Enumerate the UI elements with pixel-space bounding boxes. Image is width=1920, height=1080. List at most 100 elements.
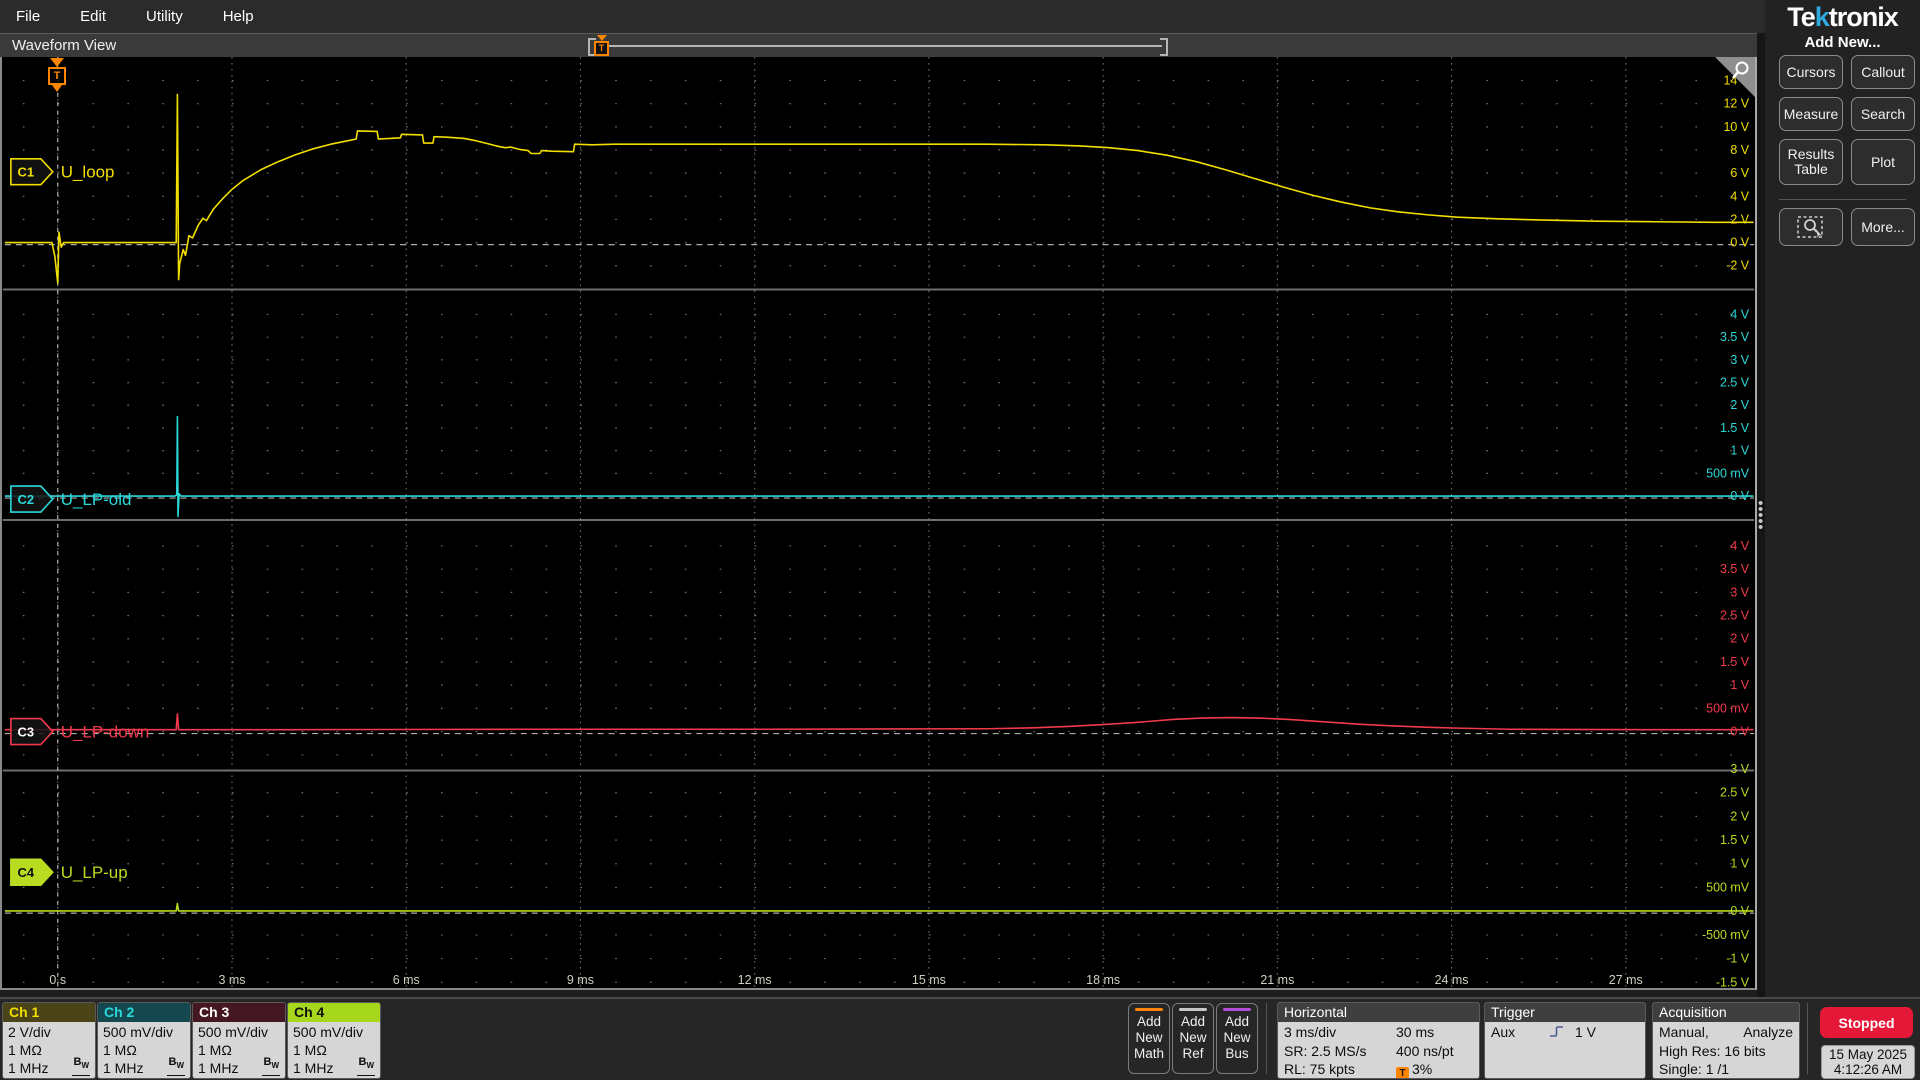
menu-bar: File Edit Utility Help (0, 0, 1765, 33)
menu-item-utility[interactable]: Utility (146, 8, 183, 25)
y-tick-label: 3 V (1730, 585, 1749, 599)
oscilloscope-app: File Edit Utility Help Waveform View T C1 U_… (0, 0, 1920, 1080)
separator (1266, 1003, 1267, 1074)
y-tick-label: 500 mV (1706, 881, 1750, 895)
waveform-view-tab-bar[interactable]: Waveform View T (0, 33, 1757, 57)
resolution-value: 400 ns/pt (1396, 1042, 1454, 1059)
channel-name: Ch 1 (3, 1003, 95, 1022)
channel-name: Ch 3 (193, 1003, 285, 1022)
measure-button[interactable]: Measure (1779, 97, 1843, 131)
magnifier-icon (1732, 61, 1749, 79)
channel-badge-3[interactable]: Ch 3 500 mV/div 1 MΩ 1 MHz BW (192, 1002, 286, 1079)
bandwidth-limit-icon: BW (357, 1053, 375, 1076)
record-view-right-bracket[interactable] (1160, 38, 1168, 56)
bandwidth-limit-icon: BW (167, 1053, 185, 1076)
trigger-arrow-icon (52, 85, 62, 92)
menu-item-help[interactable]: Help (223, 8, 254, 25)
trigger-position-marker[interactable]: T (45, 58, 69, 92)
trigger-t-icon: T (594, 41, 609, 56)
channel-badge-4[interactable]: Ch 4 500 mV/div 1 MΩ 1 MHz BW (287, 1002, 381, 1079)
y-tick-label: 3 V (1730, 353, 1749, 367)
y-tick-label: 3 V (1730, 762, 1749, 776)
svg-text:C2: C2 (18, 492, 35, 507)
y-tick-label: 12 V (1723, 97, 1749, 111)
trigger-panel[interactable]: Trigger Aux 1 V (1484, 1002, 1646, 1079)
acquisition-panel-title: Acquisition (1653, 1003, 1799, 1022)
add-new-math-button[interactable]: Add New Math (1128, 1003, 1170, 1074)
channel-scale: 2 V/div (8, 1024, 51, 1040)
cursors-button[interactable]: Cursors (1779, 55, 1843, 89)
callout-button[interactable]: Callout (1851, 55, 1915, 89)
channel-name: Ch 2 (98, 1003, 190, 1022)
view-title: Waveform View (12, 37, 117, 54)
sample-rate-value: SR: 2.5 MS/s (1284, 1042, 1367, 1059)
add-new-bus-button[interactable]: Add New Bus (1216, 1003, 1258, 1074)
zoom-select-button[interactable] (1779, 208, 1843, 246)
trace-label-c3: U_LP-down (61, 723, 150, 742)
y-tick-label: 4 V (1730, 189, 1749, 203)
x-tick-label: 6 ms (393, 973, 420, 987)
y-tick-label: 0 V (1730, 725, 1749, 739)
x-tick-label: 15 ms (912, 973, 946, 987)
trigger-position-value: T 3% (1396, 1060, 1432, 1078)
trigger-arrow-icon (50, 58, 64, 67)
record-view-line (594, 45, 1162, 47)
trigger-panel-title: Trigger (1485, 1003, 1645, 1022)
y-tick-label: -1.5 V (1716, 975, 1750, 988)
y-tick-label: 500 mV (1706, 466, 1750, 480)
acquisition-analyze: Analyze (1743, 1024, 1793, 1040)
y-tick-label: 3.5 V (1720, 562, 1750, 576)
y-tick-label: 4 V (1730, 307, 1749, 321)
results-table-button[interactable]: Results Table (1779, 139, 1843, 185)
y-tick-label: 0 V (1730, 904, 1749, 918)
trace-c4[interactable] (4, 902, 1754, 912)
time-text: 4:12:26 AM (1833, 1062, 1903, 1077)
menu-item-file[interactable]: File (16, 8, 40, 25)
menu-item-edit[interactable]: Edit (80, 8, 106, 25)
x-tick-label: 24 ms (1435, 973, 1469, 987)
panel-splitter[interactable]: • • • • • (1757, 33, 1765, 997)
channel-badge-1[interactable]: Ch 12 V/div 1 MΩ 1 MHz BW (2, 1002, 96, 1079)
horizontal-panel-title: Horizontal (1278, 1003, 1479, 1022)
y-tick-label: 2 V (1730, 398, 1749, 412)
accent-stripe (1223, 1008, 1251, 1011)
y-tick-label: 10 V (1723, 120, 1749, 134)
trace-c3[interactable] (4, 713, 1754, 731)
y-tick-label: 2.5 V (1720, 609, 1750, 623)
right-sidebar: Tektronix Add New... Cursors Callout Measu… (1765, 0, 1920, 997)
y-tick-label: 2 V (1730, 212, 1749, 226)
date-text: 15 May 2025 (1828, 1047, 1908, 1062)
tektronix-logo: Tektronix (1787, 2, 1899, 32)
y-tick-label: 1 V (1730, 678, 1749, 692)
channel-name: Ch 4 (288, 1003, 380, 1022)
waveform-plot[interactable]: C1 U_loop C2 U_LP-old C3 U_LP-down C4 U_LP-up 14… (0, 57, 1757, 990)
window-value: 30 ms (1396, 1024, 1435, 1040)
y-tick-label: 2.5 V (1720, 786, 1750, 800)
svg-text:C4: C4 (18, 865, 35, 880)
trace-c2[interactable] (4, 415, 1754, 518)
acquisition-panel[interactable]: Acquisition Manual, Analyze High Res: 16 … (1652, 1002, 1800, 1079)
trace-c1[interactable] (4, 93, 1754, 284)
separator (1807, 1003, 1808, 1074)
x-tick-label: 27 ms (1609, 973, 1643, 987)
channel-badge-2[interactable]: Ch 2 500 mV/div 1 MΩ 1 MHz BW (97, 1002, 191, 1079)
x-tick-label: 21 ms (1260, 973, 1294, 987)
y-tick-label: 1.5 V (1720, 421, 1750, 435)
add-new-ref-button[interactable]: Add New Ref (1172, 1003, 1214, 1074)
bandwidth-limit-icon: BW (262, 1053, 280, 1076)
trigger-t-icon: T (48, 67, 66, 85)
drag-handle-icon[interactable]: • • • • • (1758, 496, 1763, 535)
accent-stripe (1135, 1008, 1163, 1011)
record-view-scrollbar[interactable]: T (588, 35, 1168, 56)
plot-button[interactable]: Plot (1851, 139, 1915, 185)
run-state-button[interactable]: Stopped (1820, 1007, 1913, 1038)
trigger-level: 1 V (1575, 1024, 1597, 1040)
y-tick-label: 0 V (1730, 236, 1749, 250)
waveform-canvas[interactable]: C1 U_loopC2 U_LP-oldC3 U_LP-downC4 U_LP-up14… (2, 57, 1755, 989)
horizontal-panel[interactable]: Horizontal 3 ms/div 30 ms SR: 2.5 MS/s 400… (1277, 1002, 1480, 1079)
search-button[interactable]: Search (1851, 97, 1915, 131)
record-trigger-marker[interactable]: T (594, 35, 609, 56)
y-tick-label: 2.5 V (1720, 376, 1750, 390)
y-tick-label: 3.5 V (1720, 330, 1750, 344)
more-button[interactable]: More... (1851, 208, 1915, 246)
